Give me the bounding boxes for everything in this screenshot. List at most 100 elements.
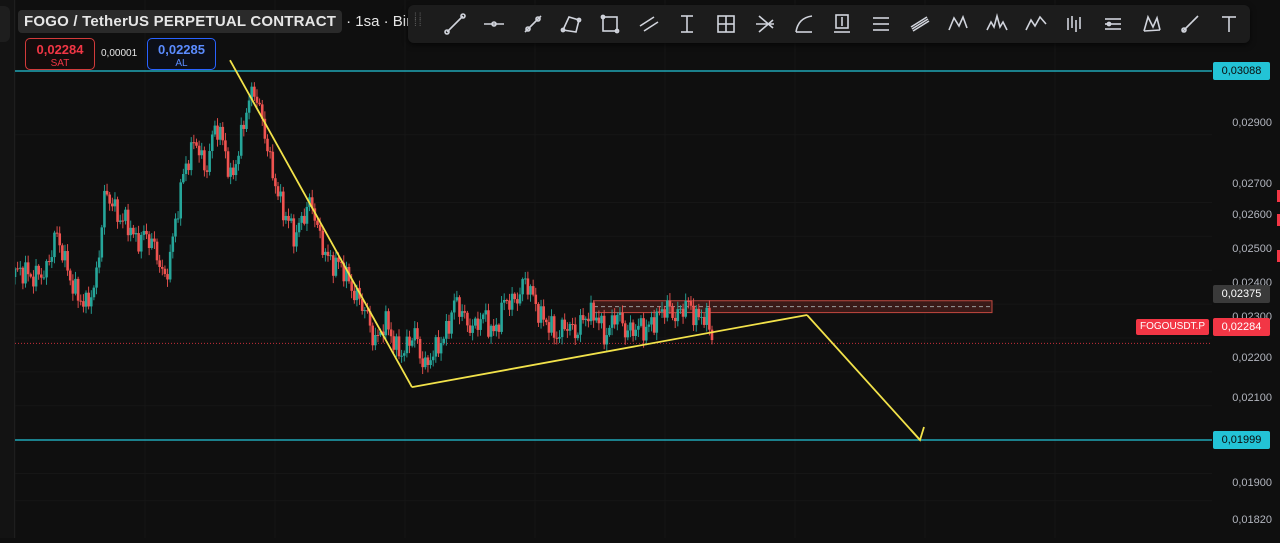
info-line-icon: [524, 15, 542, 33]
lower-level-tag[interactable]: 0,01999: [1213, 431, 1270, 449]
xabcd-pattern-tool[interactable]: [939, 5, 978, 43]
symbol-price-label: FOGOUSDT.P: [1136, 319, 1210, 335]
candle-body: [571, 324, 574, 326]
candle-body: [605, 335, 609, 345]
pitchfork-tool[interactable]: [746, 5, 785, 43]
candle-body: [587, 318, 590, 322]
candle-body: [350, 281, 353, 291]
candle-body: [224, 140, 227, 152]
candle-body: [147, 234, 151, 249]
candle-body: [405, 336, 409, 354]
candle-body: [516, 299, 519, 304]
polygon-tool[interactable]: [552, 5, 591, 43]
head-shoulders-icon: [986, 12, 1008, 31]
candle-body: [439, 342, 443, 354]
zone-price-tag[interactable]: 0,02375: [1213, 285, 1270, 303]
candle-body: [155, 241, 159, 261]
info-line-tool[interactable]: [513, 5, 552, 43]
candle-body: [684, 300, 687, 317]
fib-channel-tool[interactable]: [900, 5, 939, 43]
sell-button[interactable]: 0,02284 SAT: [25, 38, 95, 70]
candle-body: [389, 329, 393, 337]
rectangle-tool[interactable]: [591, 5, 630, 43]
elliott-wave-tool[interactable]: [1016, 5, 1055, 43]
horizontal-ray-tool[interactable]: [475, 5, 514, 43]
brush-tool[interactable]: [1171, 5, 1210, 43]
candle-body: [105, 190, 109, 195]
candle-body: [597, 317, 601, 324]
pitchfork-icon: [755, 15, 774, 33]
price-chart[interactable]: [0, 0, 1280, 538]
fib-levels-tool[interactable]: [862, 5, 901, 43]
candle-body: [566, 329, 569, 331]
symbol-title[interactable]: FOGO / TetherUS PERPETUAL CONTRACT: [18, 9, 343, 33]
candle-body: [79, 300, 83, 302]
candle-body: [392, 336, 396, 350]
candle-body: [608, 327, 611, 336]
candle-body: [216, 125, 219, 140]
chart-grid: [14, 0, 1212, 538]
candle-body: [121, 220, 125, 222]
xabcd-pattern-icon: [948, 14, 969, 31]
candle-body: [192, 142, 196, 144]
bars-pattern-icon: [1067, 16, 1082, 32]
candle-body: [455, 297, 459, 301]
collapse-handle[interactable]: [0, 6, 10, 42]
price-range-tool[interactable]: [668, 5, 707, 43]
candle-body: [253, 86, 256, 97]
candle-body: [600, 315, 603, 324]
candle-body: [642, 318, 645, 341]
candle-body: [463, 311, 467, 313]
candle-body: [395, 336, 398, 350]
candle-body: [266, 138, 269, 152]
cypher-pattern-tool[interactable]: [1132, 5, 1171, 43]
candle-body: [560, 319, 564, 338]
rectangle-icon: [600, 14, 620, 34]
price-note-tool[interactable]: [823, 5, 862, 43]
fib-timezone-tool[interactable]: [1094, 5, 1133, 43]
trend-line-tool[interactable]: [436, 5, 475, 43]
upper-level-tag[interactable]: 0,03088: [1213, 62, 1270, 80]
candle-body: [479, 319, 482, 330]
candle-body: [316, 220, 319, 225]
buy-button[interactable]: 0,02285 AL: [147, 38, 216, 70]
head-shoulders-tool[interactable]: [978, 5, 1017, 43]
parallel-channel-icon: [639, 16, 659, 32]
candle-body: [171, 236, 175, 252]
candle-body: [139, 234, 143, 252]
chart-area[interactable]: [0, 0, 1280, 538]
candle-body: [655, 311, 659, 333]
candle-body: [242, 124, 246, 129]
date-price-range-tool[interactable]: [707, 5, 746, 43]
candle-body: [537, 304, 540, 323]
drag-handle-icon[interactable]: ⁞⁞ ⁞⁞: [414, 13, 428, 33]
candle-body: [681, 308, 685, 317]
candle-body: [24, 262, 27, 284]
candle-body: [589, 302, 593, 322]
candle-body: [174, 218, 177, 237]
candle-body: [82, 301, 85, 307]
drawing-toolbar: ⁞⁞ ⁞⁞: [408, 5, 1250, 43]
candle-body: [237, 155, 240, 165]
candle-body: [111, 203, 114, 207]
candle-body: [108, 194, 111, 204]
parallel-channel-tool[interactable]: [629, 5, 668, 43]
candle-body: [305, 206, 309, 224]
candle-body: [708, 307, 711, 330]
candle-body: [705, 307, 709, 325]
arc-tool[interactable]: [784, 5, 823, 43]
candle-body: [326, 251, 330, 256]
candle-body: [484, 310, 488, 315]
bars-pattern-tool[interactable]: [1055, 5, 1094, 43]
candle-body: [518, 294, 522, 304]
elliott-wave-icon: [1024, 15, 1047, 31]
price-axis-label: 0,02600: [1232, 209, 1272, 221]
price-axis[interactable]: 0,02900 0,02700 0,02600 0,02500 0,02400 …: [1212, 0, 1280, 538]
candle-body: [50, 257, 54, 262]
candle-body: [376, 334, 380, 336]
candle-body: [658, 311, 661, 313]
candle-body: [660, 309, 664, 312]
candle-body: [245, 112, 248, 129]
candle-body: [153, 238, 156, 242]
price-range-icon: [681, 15, 694, 33]
